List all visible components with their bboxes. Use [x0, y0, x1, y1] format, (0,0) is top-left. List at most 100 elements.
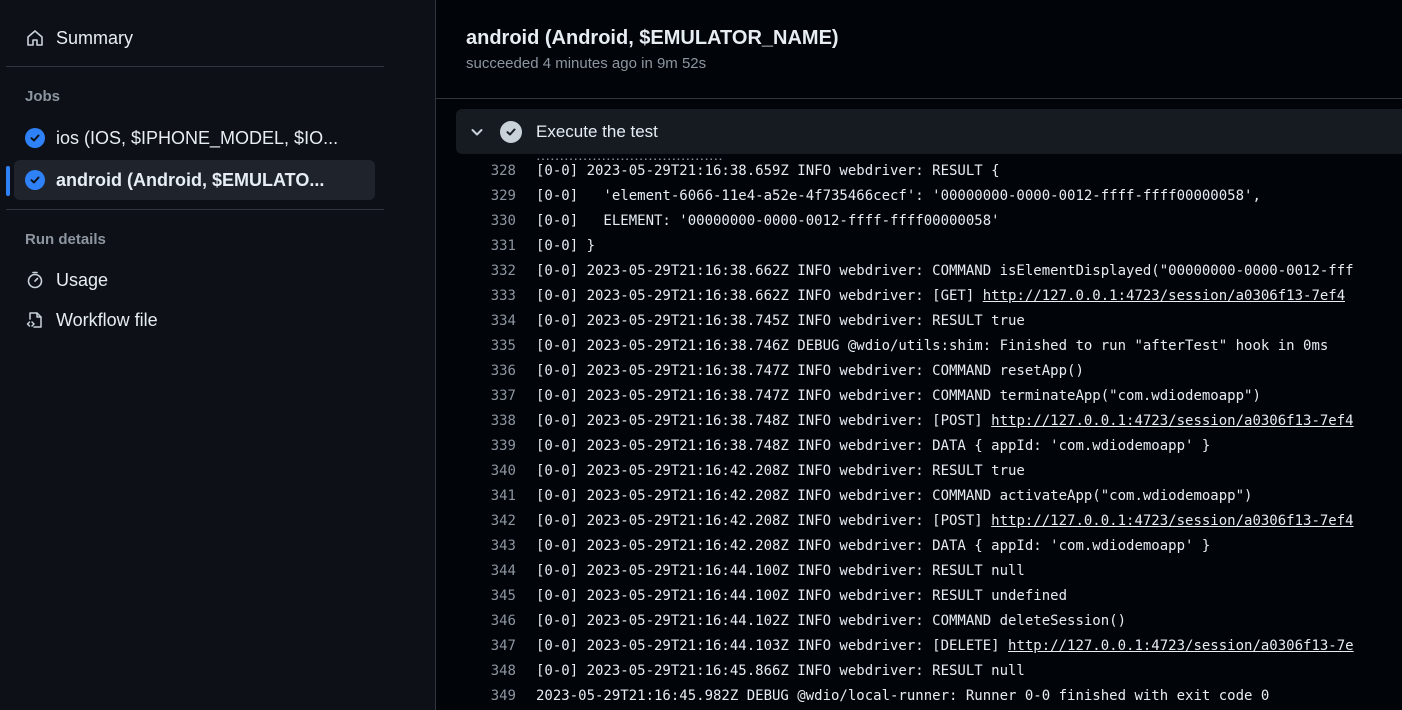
- log-text-segment: [0-0] ELEMENT: '00000000-0000-0012-ffff-…: [536, 212, 1000, 229]
- log-line-text: [0-0] 2023-05-29T21:16:38.746Z DEBUG @wd…: [536, 338, 1328, 354]
- log-text-segment: [0-0] 2023-05-29T21:16:38.748Z INFO webd…: [536, 437, 1211, 454]
- sidebar-item-label: android (Android, $EMULATO...: [56, 169, 325, 190]
- sidebar-item-label: Summary: [56, 27, 134, 48]
- log-line-text: [0-0] 2023-05-29T21:16:42.208Z INFO webd…: [536, 488, 1252, 504]
- log-line: 342 [0-0] 2023-05-29T21:16:42.208Z INFO w…: [456, 508, 1402, 533]
- log-line: 347 [0-0] 2023-05-29T21:16:44.103Z INFO w…: [456, 633, 1402, 658]
- log-line: 348 [0-0] 2023-05-29T21:16:45.866Z INFO w…: [456, 658, 1402, 683]
- log-line-number[interactable]: 337: [456, 388, 516, 404]
- log-line-text: [0-0] 2023-05-29T21:16:42.208Z INFO webd…: [536, 513, 1354, 529]
- log-line-number[interactable]: 334: [456, 313, 516, 329]
- home-icon: [24, 27, 46, 49]
- log-line: 340 [0-0] 2023-05-29T21:16:42.208Z INFO w…: [456, 458, 1402, 483]
- log-text-segment: [0-0] }: [536, 237, 596, 254]
- log-text-segment: [0-0] 2023-05-29T21:16:38.748Z INFO webd…: [536, 412, 992, 429]
- log-line-number[interactable]: 330: [456, 213, 516, 229]
- log-line: 331 [0-0] }: [456, 233, 1402, 258]
- log-text-segment: [0-0] 2023-05-29T21:16:38.662Z INFO webd…: [536, 262, 1354, 279]
- log-line: 338 [0-0] 2023-05-29T21:16:38.748Z INFO w…: [456, 408, 1402, 433]
- log-line-number[interactable]: 342: [456, 513, 516, 529]
- log-line-number[interactable]: 338: [456, 413, 516, 429]
- sidebar-item-job-ios[interactable]: ios (IOS, $IPHONE_MODEL, $IO...: [14, 118, 375, 158]
- sidebar-item-label: ios (IOS, $IPHONE_MODEL, $IO...: [56, 127, 339, 148]
- log-line-text: [0-0] 2023-05-29T21:16:45.866Z INFO webd…: [536, 663, 1025, 679]
- sidebar-item-label: Workflow file: [56, 309, 158, 330]
- log-line-number[interactable]: 328: [456, 163, 516, 179]
- log-line: 344 [0-0] 2023-05-29T21:16:44.100Z INFO w…: [456, 558, 1402, 583]
- log-line-text: [0-0] 2023-05-29T21:16:38.748Z INFO webd…: [536, 438, 1210, 454]
- log-line-number[interactable]: 336: [456, 363, 516, 379]
- log-line: 333 [0-0] 2023-05-29T21:16:38.662Z INFO w…: [456, 283, 1402, 308]
- log-text-segment: [0-0] 'element-6066-11e4-a52e-4f735466ce…: [536, 187, 1261, 204]
- step-title: Execute the test: [536, 121, 658, 141]
- log-text-segment: [0-0] 2023-05-29T21:16:42.208Z INFO webd…: [536, 487, 1253, 504]
- log-line-number[interactable]: 348: [456, 663, 516, 679]
- log-line-number[interactable]: 333: [456, 288, 516, 304]
- log-line: 334 [0-0] 2023-05-29T21:16:38.745Z INFO w…: [456, 308, 1402, 333]
- step-header[interactable]: Execute the test: [456, 109, 1402, 154]
- log-line-number[interactable]: 331: [456, 238, 516, 254]
- log-output[interactable]: ‥‥‥‥‥‥‥‥‥‥‥‥‥‥‥‥‥‥‥‥ 328 [0-0] 2023-05-29…: [456, 154, 1402, 710]
- sidebar: Summary Jobs ios (IOS, $IPHONE_MODEL, $I…: [0, 0, 436, 710]
- log-line: 329 [0-0] 'element-6066-11e4-a52e-4f73546…: [456, 183, 1402, 208]
- jobs-heading: Jobs: [25, 88, 61, 105]
- sidebar-item-job-android[interactable]: android (Android, $EMULATO...: [14, 160, 375, 200]
- log-link[interactable]: http://127.0.0.1:4723/session/a0306f13-7…: [991, 513, 1353, 529]
- log-line-number[interactable]: 329: [456, 188, 516, 204]
- log-line-number[interactable]: 344: [456, 563, 516, 579]
- log-line-number[interactable]: 341: [456, 488, 516, 504]
- file-code-icon: [24, 309, 46, 331]
- chevron-down-icon[interactable]: [467, 122, 487, 142]
- check-circle-icon: [25, 170, 45, 190]
- job-main: android (Android, $EMULATOR_NAME) succee…: [436, 0, 1402, 710]
- log-line: 339 [0-0] 2023-05-29T21:16:38.748Z INFO w…: [456, 433, 1402, 458]
- log-line-text: [0-0] 2023-05-29T21:16:38.662Z INFO webd…: [536, 263, 1354, 279]
- log-line-number[interactable]: 340: [456, 463, 516, 479]
- log-link[interactable]: http://127.0.0.1:4723/session/a0306f13-7…: [983, 288, 1345, 304]
- log-text-segment: [0-0] 2023-05-29T21:16:42.208Z INFO webd…: [536, 537, 1211, 554]
- log-line: 332 [0-0] 2023-05-29T21:16:38.662Z INFO w…: [456, 258, 1402, 283]
- log-line-number[interactable]: 339: [456, 438, 516, 454]
- log-text-segment: [0-0] 2023-05-29T21:16:38.662Z INFO webd…: [536, 287, 983, 304]
- workflow-run-page: Summary Jobs ios (IOS, $IPHONE_MODEL, $I…: [0, 0, 1402, 710]
- check-circle-icon: [500, 120, 522, 143]
- sidebar-divider: [6, 66, 384, 67]
- log-line-text: [0-0] ELEMENT: '00000000-0000-0012-ffff-…: [536, 213, 1000, 229]
- log-line-number[interactable]: 349: [456, 688, 516, 704]
- log-line-text: 2023-05-29T21:16:45.982Z DEBUG @wdio/loc…: [536, 688, 1269, 704]
- log-line-number[interactable]: 335: [456, 338, 516, 354]
- run-details-heading: Run details: [25, 231, 106, 248]
- log-line: 330 [0-0] ELEMENT: '00000000-0000-0012-ff…: [456, 208, 1402, 233]
- log-line: 346 [0-0] 2023-05-29T21:16:44.102Z INFO w…: [456, 608, 1402, 633]
- log-text-segment: [0-0] 2023-05-29T21:16:38.747Z INFO webd…: [536, 362, 1084, 379]
- active-indicator: [6, 166, 10, 196]
- stopwatch-icon: [24, 269, 46, 291]
- log-text-segment: 2023-05-29T21:16:45.982Z DEBUG @wdio/loc…: [536, 687, 1270, 704]
- log-text-segment: [0-0] 2023-05-29T21:16:38.746Z DEBUG @wd…: [536, 337, 1329, 354]
- log-line: 345 [0-0] 2023-05-29T21:16:44.100Z INFO w…: [456, 583, 1402, 608]
- log-line: 341 [0-0] 2023-05-29T21:16:42.208Z INFO w…: [456, 483, 1402, 508]
- log-line: 328 [0-0] 2023-05-29T21:16:38.659Z INFO w…: [456, 158, 1402, 183]
- log-text-segment: [0-0] 2023-05-29T21:16:44.102Z INFO webd…: [536, 612, 1127, 629]
- log-line-text: [0-0] 2023-05-29T21:16:38.662Z INFO webd…: [536, 288, 1345, 304]
- log-line-number[interactable]: 343: [456, 538, 516, 554]
- log-text-segment: [0-0] 2023-05-29T21:16:44.100Z INFO webd…: [536, 562, 1025, 579]
- log-line-number[interactable]: 346: [456, 613, 516, 629]
- sidebar-item-usage[interactable]: Usage: [14, 260, 375, 300]
- log-line: 336 [0-0] 2023-05-29T21:16:38.747Z INFO w…: [456, 358, 1402, 383]
- log-line-number[interactable]: 345: [456, 588, 516, 604]
- log-link[interactable]: http://127.0.0.1:4723/session/a0306f13-7…: [991, 413, 1353, 429]
- sidebar-item-workflow-file[interactable]: Workflow file: [14, 300, 375, 340]
- log-line-text: [0-0] 2023-05-29T21:16:44.103Z INFO webd…: [536, 638, 1354, 654]
- log-line: 343 [0-0] 2023-05-29T21:16:42.208Z INFO w…: [456, 533, 1402, 558]
- log-line: 349 2023-05-29T21:16:45.982Z DEBUG @wdio/…: [456, 683, 1402, 708]
- log-text-segment: [0-0] 2023-05-29T21:16:44.103Z INFO webd…: [536, 637, 1009, 654]
- log-link[interactable]: http://127.0.0.1:4723/session/a0306f13-7…: [1008, 638, 1354, 654]
- log-line-text: [0-0] 2023-05-29T21:16:38.745Z INFO webd…: [536, 313, 1025, 329]
- log-text-segment: [0-0] 2023-05-29T21:16:45.866Z INFO webd…: [536, 662, 1025, 679]
- sidebar-item-label: Usage: [56, 269, 109, 290]
- log-line-number[interactable]: 332: [456, 263, 516, 279]
- sidebar-item-summary[interactable]: Summary: [14, 18, 375, 58]
- log-line-number[interactable]: 347: [456, 638, 516, 654]
- job-status-wrapper: [24, 127, 46, 149]
